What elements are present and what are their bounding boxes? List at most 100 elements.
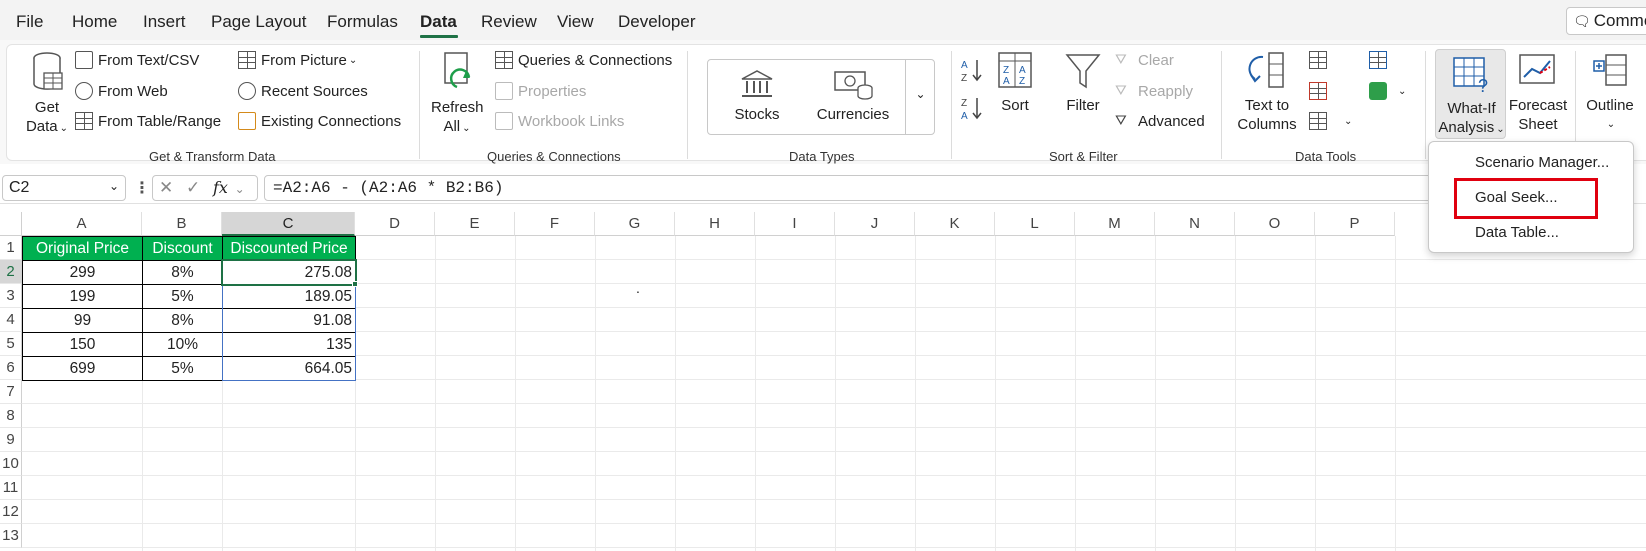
formula-input[interactable]: =A2:A6 - (A2:A6 * B2:B6): [264, 175, 1524, 201]
workbook-links-button[interactable]: Workbook Links: [495, 112, 624, 130]
row-header-3[interactable]: 3: [0, 284, 22, 308]
text-file-icon: [75, 51, 93, 69]
formula-bar-grip-icon[interactable]: ⋮: [134, 178, 150, 198]
currencies-button[interactable]: Currencies: [810, 68, 896, 124]
fill-handle[interactable]: [352, 281, 358, 287]
filter-button[interactable]: Filter: [1059, 51, 1107, 115]
sort-az-button[interactable]: A Z: [959, 57, 985, 83]
remove-duplicates-button[interactable]: [1309, 82, 1332, 100]
tab-page-layout[interactable]: Page Layout: [211, 12, 306, 32]
column-header-h[interactable]: H: [675, 212, 755, 236]
flash-fill-button[interactable]: [1309, 51, 1332, 69]
row-header-5[interactable]: 5: [0, 332, 22, 356]
tab-developer[interactable]: Developer: [618, 12, 696, 32]
from-table-range-button[interactable]: From Table/Range: [75, 112, 221, 130]
cell-b4[interactable]: 8%: [142, 308, 223, 333]
enter-check-icon[interactable]: ✓: [186, 178, 200, 197]
forecast-sheet-button[interactable]: Forecast Sheet: [1507, 51, 1569, 134]
row-header-11[interactable]: 11: [0, 476, 22, 500]
select-all-corner[interactable]: [0, 212, 22, 236]
column-header-k[interactable]: K: [915, 212, 995, 236]
recent-sources-button[interactable]: Recent Sources: [238, 82, 368, 100]
queries-connections-button[interactable]: Queries & Connections: [495, 51, 672, 69]
cell-b3[interactable]: 5%: [142, 284, 223, 309]
column-header-g[interactable]: G: [595, 212, 675, 236]
insert-function-button[interactable]: fx: [213, 178, 228, 197]
row-header-8[interactable]: 8: [0, 404, 22, 428]
tab-data[interactable]: Data: [420, 12, 457, 32]
row-header-1[interactable]: 1: [0, 236, 22, 260]
cell-c6[interactable]: 664.05: [222, 356, 356, 381]
cell-a3[interactable]: 199: [22, 284, 143, 309]
column-header-m[interactable]: M: [1075, 212, 1155, 236]
refresh-all-button[interactable]: Refresh All ⌄: [431, 51, 484, 138]
column-header-b[interactable]: B: [142, 212, 222, 236]
spreadsheet-grid[interactable]: A B C D E F G H I J K L M N O P 1 2 3 4 5 6 7 8 9 10 11 12 13 Origina…: [0, 212, 1646, 551]
consolidate-button[interactable]: [1369, 51, 1392, 69]
column-header-n[interactable]: N: [1155, 212, 1235, 236]
cancel-icon[interactable]: ✕: [159, 178, 173, 197]
outline-button[interactable]: Outline ⌄: [1579, 51, 1641, 134]
header-cell-c[interactable]: Discounted Price: [222, 236, 356, 261]
cell-a6[interactable]: 699: [22, 356, 143, 381]
text-to-columns-button[interactable]: Text to Columns: [1231, 51, 1303, 134]
name-box[interactable]: C2 ⌄: [2, 175, 126, 201]
cell-c4[interactable]: 91.08: [222, 308, 356, 333]
cell-b5[interactable]: 10%: [142, 332, 223, 357]
data-table-menu-item[interactable]: Data Table...: [1475, 224, 1559, 241]
column-header-o[interactable]: O: [1235, 212, 1315, 236]
properties-button[interactable]: Properties: [495, 82, 586, 100]
cell-a4[interactable]: 99: [22, 308, 143, 333]
chevron-down-icon[interactable]: ⌄: [235, 182, 245, 196]
cell-c2[interactable]: 275.08: [222, 260, 356, 285]
cell-c3[interactable]: 189.05: [222, 284, 356, 309]
cell-a2[interactable]: 299: [22, 260, 143, 285]
advanced-button[interactable]: ⛛ Advanced: [1115, 112, 1205, 130]
column-header-p[interactable]: P: [1315, 212, 1395, 236]
tab-review[interactable]: Review: [481, 12, 537, 32]
column-header-c[interactable]: C: [222, 212, 355, 236]
column-header-d[interactable]: D: [355, 212, 435, 236]
row-header-10[interactable]: 10: [0, 452, 22, 476]
row-header-7[interactable]: 7: [0, 380, 22, 404]
sort-za-button[interactable]: Z A: [959, 95, 985, 121]
sort-button[interactable]: Z A A Z Sort: [993, 51, 1037, 115]
row-header-2[interactable]: 2: [0, 260, 22, 284]
header-cell-b[interactable]: Discount: [142, 236, 223, 261]
data-types-more-button[interactable]: ⌄: [905, 59, 935, 135]
from-picture-button[interactable]: From Picture ⌄: [238, 51, 357, 69]
tab-home[interactable]: Home: [72, 12, 117, 32]
row-header-12[interactable]: 12: [0, 500, 22, 524]
row-header-9[interactable]: 9: [0, 428, 22, 452]
from-web-button[interactable]: From Web: [75, 82, 168, 100]
column-header-j[interactable]: J: [835, 212, 915, 236]
row-header-6[interactable]: 6: [0, 356, 22, 380]
comments-button[interactable]: 🗨Comme: [1566, 7, 1646, 35]
existing-connections-button[interactable]: Existing Connections: [238, 112, 401, 130]
column-header-l[interactable]: L: [995, 212, 1075, 236]
stocks-button[interactable]: Stocks: [724, 68, 790, 124]
reapply-button[interactable]: ⛛ Reapply: [1115, 82, 1193, 100]
header-cell-a[interactable]: Original Price: [22, 236, 143, 261]
cell-a5[interactable]: 150: [22, 332, 143, 357]
column-header-a[interactable]: A: [22, 212, 142, 236]
column-header-f[interactable]: F: [515, 212, 595, 236]
row-header-4[interactable]: 4: [0, 308, 22, 332]
data-model-button[interactable]: ⌄: [1369, 82, 1406, 100]
column-header-e[interactable]: E: [435, 212, 515, 236]
data-validation-button[interactable]: ⌄: [1309, 112, 1352, 130]
tab-insert[interactable]: Insert: [143, 12, 186, 32]
scenario-manager-menu-item[interactable]: Scenario Manager...: [1475, 154, 1609, 171]
column-header-i[interactable]: I: [755, 212, 835, 236]
what-if-analysis-button[interactable]: ? What-If Analysis ⌄: [1435, 49, 1506, 139]
cell-b2[interactable]: 8%: [142, 260, 223, 285]
row-header-13[interactable]: 13: [0, 524, 22, 548]
tab-file[interactable]: File: [16, 12, 43, 32]
tab-formulas[interactable]: Formulas: [327, 12, 398, 32]
from-text-csv-button[interactable]: From Text/CSV: [75, 51, 199, 69]
tab-view[interactable]: View: [557, 12, 594, 32]
cell-b6[interactable]: 5%: [142, 356, 223, 381]
cell-c5[interactable]: 135: [222, 332, 356, 357]
get-data-button[interactable]: Get Data ⌄: [21, 51, 73, 138]
clear-button[interactable]: ⛛ Clear: [1115, 51, 1174, 69]
